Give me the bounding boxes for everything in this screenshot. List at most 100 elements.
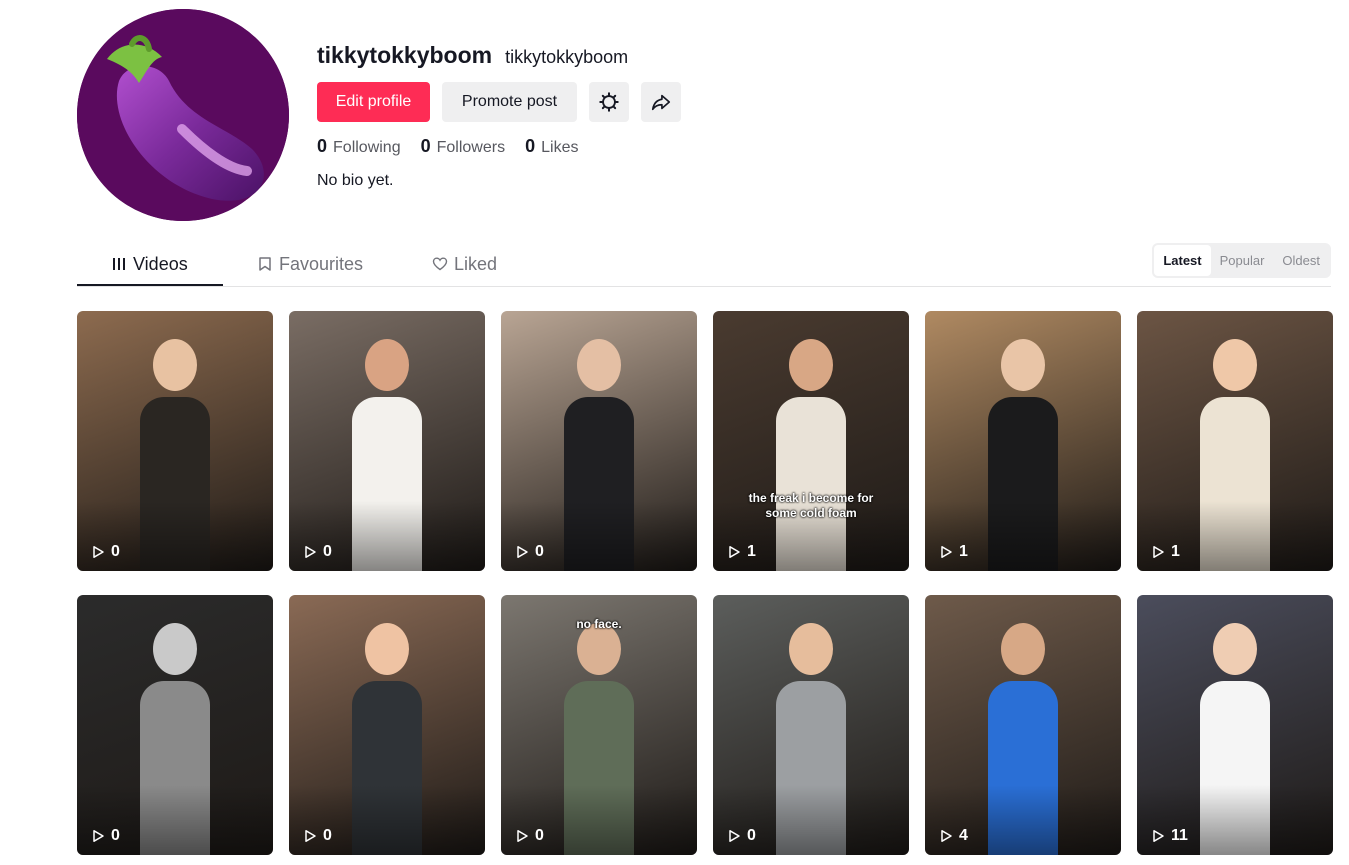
profile-stats: 0 Following 0 Followers 0 Likes	[317, 136, 578, 157]
tab-label: Liked	[454, 253, 498, 274]
share-icon	[651, 94, 671, 111]
promote-post-button[interactable]: Promote post	[442, 82, 577, 122]
view-count-value: 1	[1171, 543, 1180, 560]
view-count: 4	[939, 827, 968, 845]
video-card[interactable]: 0	[289, 311, 485, 571]
settings-button[interactable]	[589, 82, 629, 122]
play-icon	[305, 546, 316, 558]
username: tikkytokkyboom	[505, 47, 629, 67]
video-caption: the freak i become for some cold foam	[748, 491, 874, 520]
view-count-value: 0	[323, 827, 332, 844]
view-count-value: 11	[1171, 827, 1188, 844]
video-caption: no face.	[576, 617, 622, 631]
thumbnail-subject-head	[153, 623, 197, 675]
view-count-value: 0	[747, 827, 756, 844]
view-count: 11	[1151, 827, 1188, 845]
play-icon	[1153, 830, 1164, 842]
video-card[interactable]: 11	[1137, 595, 1333, 855]
play-icon	[1153, 546, 1164, 558]
view-count-value: 1	[959, 543, 968, 560]
gear-icon	[599, 92, 619, 112]
stat-following[interactable]: 0 Following	[317, 136, 401, 157]
video-card[interactable]: 1	[925, 311, 1121, 571]
video-card[interactable]: 0	[501, 311, 697, 571]
view-count: 0	[515, 827, 544, 845]
video-card[interactable]: 1	[1137, 311, 1333, 571]
display-name: tikkytokkyboom	[317, 42, 493, 68]
thumbnail-subject-head	[365, 623, 409, 675]
profile-actions: Edit profile Promote post	[317, 82, 681, 122]
view-count: 0	[303, 827, 332, 845]
avatar[interactable]	[77, 9, 289, 221]
stat-followers[interactable]: 0 Followers	[421, 136, 505, 157]
play-icon	[305, 830, 316, 842]
view-count: 0	[303, 543, 332, 561]
video-card[interactable]: the freak i become for some cold foam 1	[713, 311, 909, 571]
play-icon	[517, 830, 528, 842]
sort-toggle: Latest Popular Oldest	[1152, 243, 1331, 278]
view-count-value: 0	[323, 543, 332, 560]
video-card[interactable]: no face. 0	[501, 595, 697, 855]
profile-header: tikkytokkyboom tikkytokkyboom Edit profi…	[77, 9, 1331, 221]
sort-oldest[interactable]: Oldest	[1273, 245, 1329, 276]
play-icon	[729, 830, 740, 842]
view-count-value: 0	[111, 827, 120, 844]
share-button[interactable]	[641, 82, 681, 122]
stat-value: 0	[317, 136, 328, 156]
video-card[interactable]: 0	[77, 311, 273, 571]
thumbnail-subject-head	[1213, 339, 1257, 391]
tab-favourites[interactable]: Favourites	[223, 242, 397, 286]
view-count: 1	[727, 543, 756, 561]
tab-label: Videos	[133, 253, 188, 274]
thumbnail-subject-head	[789, 339, 833, 391]
thumbnail-subject-head	[1001, 623, 1045, 675]
heart-icon	[432, 257, 448, 271]
video-card[interactable]: 0	[289, 595, 485, 855]
view-count: 0	[91, 827, 120, 845]
eggplant-icon	[77, 9, 289, 221]
play-icon	[517, 546, 528, 558]
view-count: 0	[515, 543, 544, 561]
bio-text: No bio yet.	[317, 172, 394, 189]
play-icon	[93, 830, 104, 842]
stat-label: Followers	[436, 139, 506, 156]
view-count: 1	[1151, 543, 1180, 561]
video-card[interactable]: 4	[925, 595, 1121, 855]
stat-value: 0	[420, 136, 431, 156]
stat-likes: 0 Likes	[525, 136, 578, 157]
view-count: 1	[939, 543, 968, 561]
thumbnail-subject-head	[789, 623, 833, 675]
video-grid: 0 0 0 the freak i become for some cold foam…	[77, 311, 1333, 855]
view-count-value: 0	[535, 827, 544, 844]
play-icon	[93, 546, 104, 558]
play-icon	[729, 546, 740, 558]
edit-profile-button[interactable]: Edit profile	[317, 82, 430, 122]
view-count: 0	[91, 543, 120, 561]
thumbnail-subject-head	[365, 339, 409, 391]
view-count-value: 1	[747, 543, 756, 560]
thumbnail-subject-head	[1001, 339, 1045, 391]
view-count-value: 0	[111, 543, 120, 560]
profile-names: tikkytokkyboom tikkytokkyboom	[317, 42, 628, 69]
thumbnail-subject-head	[153, 339, 197, 391]
sort-popular[interactable]: Popular	[1211, 245, 1274, 276]
bookmark-icon	[259, 257, 271, 271]
stat-value: 0	[525, 136, 536, 156]
play-icon	[941, 830, 952, 842]
sort-latest[interactable]: Latest	[1154, 245, 1211, 276]
tab-liked[interactable]: Liked	[398, 242, 531, 286]
view-count-value: 4	[959, 827, 968, 844]
grid-icon	[113, 258, 125, 270]
view-count: 0	[727, 827, 756, 845]
content-tabs: Videos Favourites Liked Latest Popular O…	[77, 242, 1331, 287]
thumbnail-subject-head	[577, 339, 621, 391]
stat-label: Likes	[541, 139, 579, 156]
thumbnail-subject-head	[1213, 623, 1257, 675]
video-card[interactable]: 0	[713, 595, 909, 855]
view-count-value: 0	[535, 543, 544, 560]
tab-videos[interactable]: Videos	[77, 242, 222, 286]
video-card[interactable]: 0	[77, 595, 273, 855]
tab-label: Favourites	[279, 253, 364, 274]
active-tab-indicator	[77, 284, 223, 286]
play-icon	[941, 546, 952, 558]
